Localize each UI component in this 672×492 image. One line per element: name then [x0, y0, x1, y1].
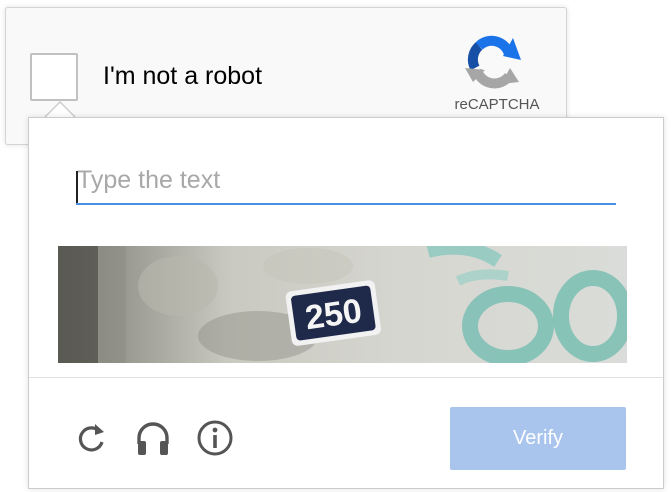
captcha-image: 250: [58, 246, 627, 363]
audio-headphones-icon[interactable]: [133, 418, 173, 458]
captcha-number: 250: [303, 292, 364, 338]
popup-pointer-fill: [45, 103, 75, 118]
not-robot-checkbox[interactable]: [30, 53, 78, 101]
captcha-text-input[interactable]: [76, 165, 616, 205]
recaptcha-widget: I'm not a robot reCAPTCHA Type the text …: [0, 0, 672, 492]
checkbox-label: I'm not a robot: [103, 62, 263, 90]
reload-icon[interactable]: [71, 418, 111, 458]
recaptcha-brand-text: reCAPTCHA: [454, 96, 540, 113]
challenge-popup: 250 Verify: [28, 117, 664, 489]
text-cursor: [76, 171, 78, 203]
footer-divider: [29, 377, 663, 378]
recaptcha-logo-icon: [461, 32, 527, 90]
verify-button[interactable]: Verify: [450, 407, 626, 470]
info-icon[interactable]: [195, 418, 235, 458]
